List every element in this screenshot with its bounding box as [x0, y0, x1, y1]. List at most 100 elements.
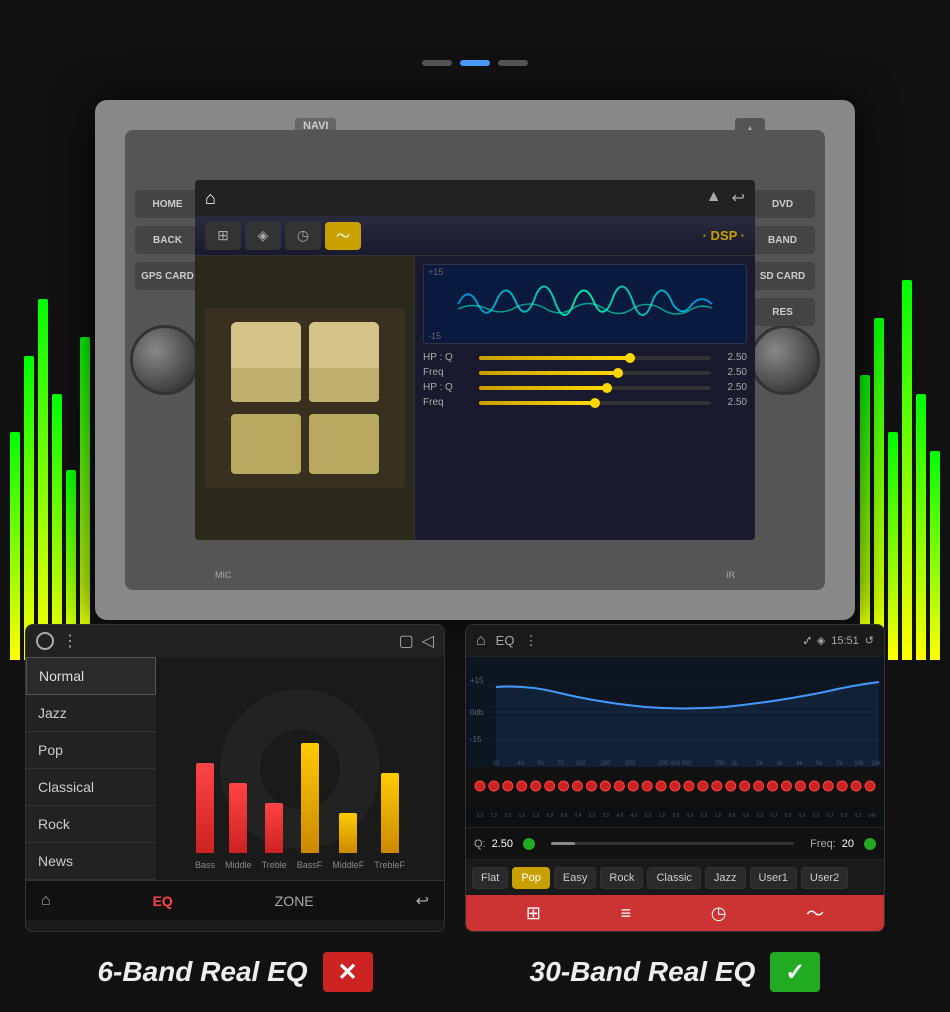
tune-knob[interactable] — [750, 325, 820, 395]
preset-rock[interactable]: Rock — [26, 806, 156, 843]
preset-classic[interactable]: Classic — [647, 867, 700, 889]
svg-text:1.6: 1.6 — [519, 813, 526, 819]
preset-jazz[interactable]: Jazz — [26, 695, 156, 732]
seat-front-left — [231, 322, 301, 402]
refresh-icon[interactable]: ↺ — [865, 634, 874, 647]
tab-waveform[interactable]: 〜 — [325, 222, 361, 250]
nav-back-icon[interactable]: ◁ — [422, 631, 434, 651]
volume-knob[interactable] — [130, 325, 200, 395]
android-circle-icon — [36, 632, 54, 650]
preset-user1[interactable]: User1 — [750, 867, 797, 889]
preset-easy[interactable]: Easy — [554, 867, 596, 889]
pagination-dot-3[interactable] — [498, 60, 528, 66]
home-30-icon[interactable]: ⌂ — [476, 632, 486, 650]
label-30band: 30-Band Real EQ ✓ — [465, 952, 885, 992]
eq-bar-bassf: BassF — [297, 743, 323, 870]
ir-label: IR — [726, 570, 735, 580]
svg-text:+15: +15 — [470, 676, 484, 685]
back-button[interactable]: BACK — [135, 226, 200, 254]
tab-speaker[interactable]: ◈ — [245, 222, 281, 250]
menu-30-icon[interactable]: ⋮ — [524, 633, 537, 649]
svg-text:0.6: 0.6 — [729, 813, 736, 819]
pagination-dot-1[interactable] — [422, 60, 452, 66]
svg-text:0.3: 0.3 — [827, 813, 834, 819]
eq-presets-list: Normal Jazz Pop Classical Rock News — [26, 657, 156, 880]
eq30-sliders-row — [466, 767, 884, 805]
dsp-panel: HP : Q 2.50 Freq 2.50 — [415, 256, 755, 540]
eq-vertical-bars: Bass Middle Treble BassF — [195, 730, 405, 870]
preset-normal[interactable]: Normal — [26, 657, 156, 695]
panel-30-header: ⌂ EQ ⋮ ⑇ ◈ 15:51 ↺ — [466, 625, 884, 657]
screen-home-icon[interactable]: ⌂ — [205, 188, 216, 209]
gps-card-button[interactable]: GPS CARD — [135, 262, 200, 290]
svg-text:1.2: 1.2 — [533, 813, 540, 819]
eject-screen-icon[interactable]: ▲ — [706, 188, 722, 208]
eq30-bottom-icons: ⊞ ≡ ◷ 〜 — [466, 895, 884, 931]
home-button[interactable]: HOME — [135, 190, 200, 218]
back-bottom-icon[interactable]: ↩ — [416, 891, 429, 911]
zone-label[interactable]: ZONE — [275, 893, 314, 909]
check-mark-30band: ✓ — [770, 952, 820, 992]
preset-pop[interactable]: Pop — [26, 732, 156, 769]
dsp-slider-freq-2: Freq 2.50 — [423, 397, 747, 408]
svg-text:0.3: 0.3 — [855, 813, 862, 819]
q-slider[interactable] — [551, 842, 794, 845]
home-bottom-icon[interactable]: ⌂ — [41, 892, 51, 910]
svg-text:4.0: 4.0 — [617, 813, 624, 819]
icon-wave[interactable]: 〜 — [806, 900, 824, 926]
eq-content: Normal Jazz Pop Classical Rock News Bass — [26, 657, 444, 880]
eq-bars-panel: Bass Middle Treble BassF — [156, 657, 444, 880]
eq-bottom-label[interactable]: EQ — [153, 893, 173, 909]
slider-hp-q-2[interactable] — [479, 386, 711, 390]
svg-text:0.3: 0.3 — [841, 813, 848, 819]
slider-freq-2[interactable] — [479, 401, 711, 405]
dvd-button[interactable]: DVD — [750, 190, 815, 218]
preset-classical[interactable]: Classical — [26, 769, 156, 806]
svg-text:200: 200 — [625, 761, 636, 767]
icon-grid[interactable]: ⊞ — [526, 903, 541, 924]
svg-text:1.0: 1.0 — [715, 813, 722, 819]
sd-card-button[interactable]: SD CARD — [750, 262, 815, 290]
tab-clock[interactable]: ◷ — [285, 222, 321, 250]
car-interior-diagram — [205, 308, 405, 488]
mic-label: MIC — [215, 570, 232, 580]
icon-lines[interactable]: ≡ — [621, 903, 632, 924]
preset-flat[interactable]: Flat — [472, 867, 508, 889]
preset-rock[interactable]: Rock — [600, 867, 643, 889]
eq-30-label: EQ — [496, 633, 515, 648]
side-buttons-right: DVD BAND SD CARD RES — [750, 190, 815, 326]
head-unit-inner: HOME BACK GPS CARD DVD BAND SD CARD RES … — [125, 130, 825, 590]
svg-text:2k: 2k — [756, 761, 762, 767]
preset-jazz[interactable]: Jazz — [705, 867, 746, 889]
svg-text:0.9: 0.9 — [547, 813, 554, 819]
tab-equalizer[interactable]: ⊞ — [205, 222, 241, 250]
band-button[interactable]: BAND — [750, 226, 815, 254]
eq-bars-decoration-left — [10, 280, 90, 660]
svg-text:10k: 10k — [854, 761, 864, 767]
eq30-graph: +15 0db -15 30 40 50 70 100 150 200 300 … — [466, 657, 884, 767]
q-label: Q: — [474, 838, 486, 850]
preset-user2[interactable]: User2 — [801, 867, 848, 889]
slider-hp-q-1[interactable] — [479, 356, 711, 360]
back-screen-icon[interactable]: ↩ — [732, 188, 745, 208]
window-icon[interactable]: ▢ — [399, 631, 414, 651]
seat-rear-left — [231, 414, 301, 474]
car-interior-view — [195, 256, 415, 540]
svg-text:4.0: 4.0 — [631, 813, 638, 819]
svg-text:3.0: 3.0 — [603, 813, 610, 819]
dsp-slider-hp-q-2: HP : Q 2.50 — [423, 382, 747, 393]
icon-circle[interactable]: ◷ — [711, 903, 727, 924]
svg-text:0.0: 0.0 — [813, 813, 820, 819]
svg-text:700: 700 — [715, 761, 726, 767]
slider-freq-1[interactable] — [479, 371, 711, 375]
dsp-slider-freq-1: Freq 2.50 — [423, 367, 747, 378]
res-button[interactable]: RES — [750, 298, 815, 326]
svg-text:0.0: 0.0 — [799, 813, 806, 819]
android-menu-icon[interactable]: ⋮ — [62, 631, 78, 651]
side-buttons-left: HOME BACK GPS CARD — [135, 190, 200, 290]
android-bar-right-icons: ▢ ◁ — [399, 631, 434, 651]
preset-news[interactable]: News — [26, 843, 156, 880]
preset-pop[interactable]: Pop — [512, 867, 550, 889]
eq-bar-middlef: MiddleF — [332, 813, 364, 870]
pagination-dot-2[interactable] — [460, 60, 490, 66]
